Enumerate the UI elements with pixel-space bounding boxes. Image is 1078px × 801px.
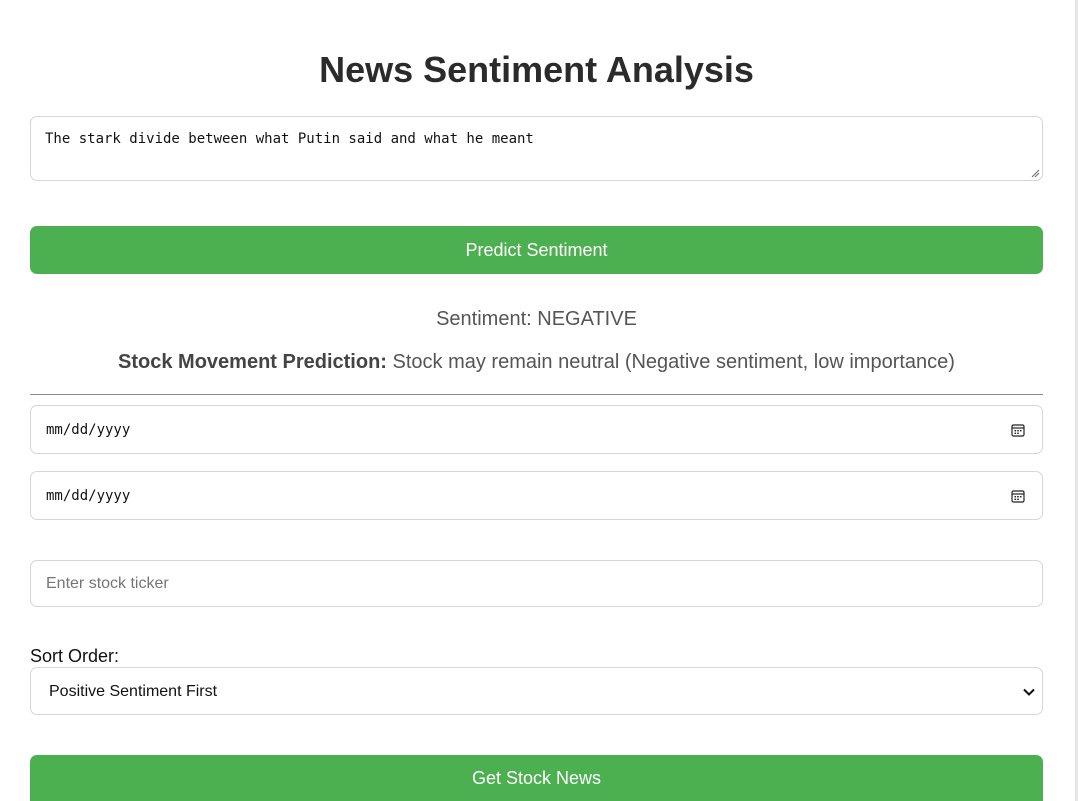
sort-order-select[interactable]: Positive Sentiment First — [30, 667, 1043, 715]
chevron-down-icon[interactable] — [1022, 685, 1036, 699]
movement-value: Stock may remain neutral (Negative senti… — [386, 351, 955, 373]
stock-ticker-input[interactable]: Enter stock ticker — [30, 560, 1043, 607]
predict-sentiment-button[interactable]: Predict Sentiment — [30, 226, 1043, 274]
get-stock-news-button[interactable]: Get Stock News — [30, 755, 1043, 801]
resize-grip-icon[interactable] — [1030, 168, 1040, 178]
sentiment-result: Sentiment: NEGATIVE — [436, 308, 637, 330]
movement-label: Stock Movement Prediction: — [118, 351, 387, 373]
divider — [30, 394, 1043, 395]
calendar-icon[interactable] — [1011, 489, 1025, 503]
end-date-placeholder: mm/dd/yyyy — [46, 488, 131, 504]
headline-textarea[interactable]: The stark divide between what Putin said… — [30, 116, 1043, 181]
page-title: News Sentiment Analysis — [319, 49, 754, 90]
sort-order-label: Sort Order: — [30, 646, 120, 666]
calendar-icon[interactable] — [1011, 423, 1025, 437]
start-date-placeholder: mm/dd/yyyy — [46, 422, 131, 438]
start-date-input[interactable]: mm/dd/yyyy — [30, 405, 1043, 454]
stock-movement-prediction: Stock Movement Prediction: Stock may rem… — [0, 350, 1073, 374]
stock-ticker-placeholder: Enter stock ticker — [46, 575, 169, 592]
sort-order-selected-value: Positive Sentiment First — [49, 683, 218, 700]
page: News Sentiment Analysis The stark divide… — [0, 0, 1078, 801]
headline-text: The stark divide between what Putin said… — [45, 131, 534, 147]
end-date-input[interactable]: mm/dd/yyyy — [30, 471, 1043, 520]
